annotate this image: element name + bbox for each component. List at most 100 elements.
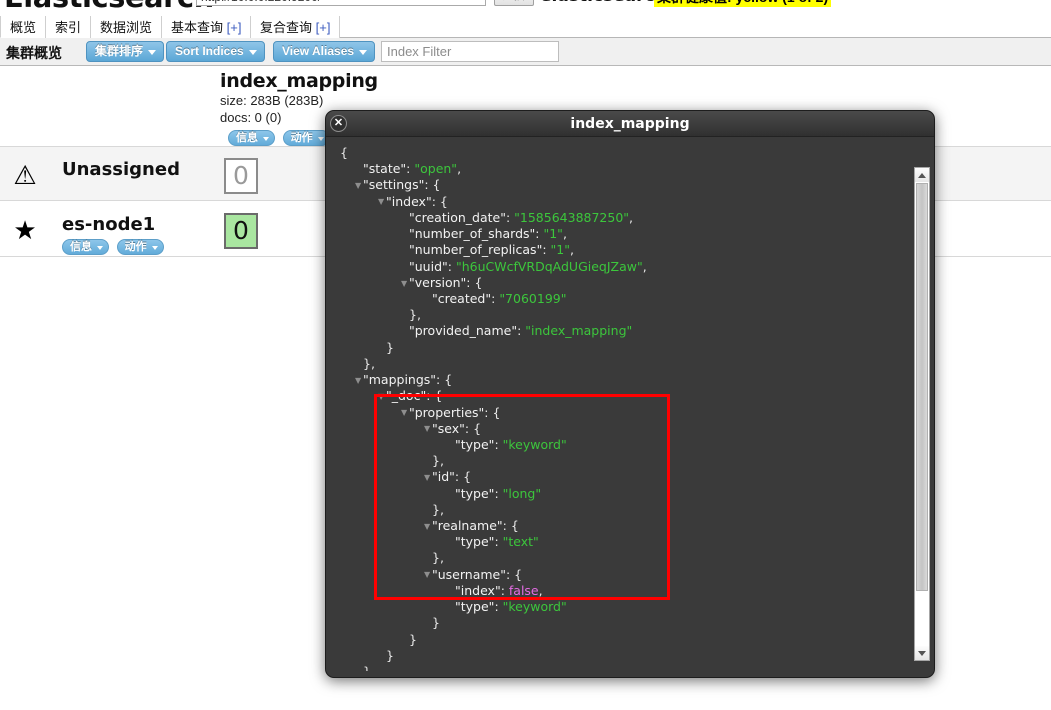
json-indent-spacer — [447, 438, 455, 453]
json-indent-spacer — [401, 259, 409, 274]
chevron-down-icon — [263, 137, 269, 141]
dialog-body: { "state": "open", ▼ "settings": {▼ "index"… — [326, 137, 934, 671]
json-indent-spacer — [424, 616, 432, 631]
json-punctuation: : — [505, 209, 515, 225]
collapse-triangle-icon[interactable]: ▼ — [355, 373, 363, 388]
json-punctuation: , — [457, 161, 462, 177]
json-punctuation: : — [494, 599, 503, 615]
tab-label: 基本查询 — [171, 20, 224, 35]
json-key: "_doc" — [386, 388, 427, 404]
json-punctuation: , — [569, 242, 574, 258]
json-punctuation: : { — [454, 469, 472, 485]
collapse-triangle-icon[interactable]: ▼ — [424, 421, 432, 436]
toolbar: 集群概览 集群排序 Sort Indices View Aliases Inde… — [0, 38, 1051, 66]
sort-indices-button[interactable]: Sort Indices — [166, 41, 265, 62]
json-string-value: "h6uCWcfVRDqAdUGieqJZaw" — [455, 258, 643, 274]
collapse-triangle-icon[interactable]: ▼ — [401, 276, 409, 291]
json-punctuation: , — [629, 209, 634, 225]
json-line: "uuid": "h6uCWcfVRDqAdUGieqJZaw", — [332, 259, 908, 275]
index-action-button[interactable]: 动作 — [282, 130, 330, 146]
tab-4[interactable]: 基本查询 [+] — [161, 16, 252, 38]
elasticsearch-label: elasticsearch — [540, 0, 667, 6]
shard-cell-es-node1[interactable]: 0 — [224, 213, 258, 249]
node-name-es-node1: es-node1 — [62, 214, 156, 235]
cluster-health-badge: 集群健康值: yellow (1 of 2) — [654, 0, 832, 7]
json-string-value: "open" — [414, 161, 458, 177]
scroll-down-arrow[interactable] — [915, 646, 929, 660]
json-key: "mappings" — [363, 372, 437, 388]
json-line: }, — [332, 664, 908, 671]
json-key: "id" — [432, 469, 455, 485]
json-line: } — [332, 340, 908, 356]
tab-3[interactable]: 数据浏览 — [90, 16, 163, 38]
node-info-button[interactable]: 信息 — [62, 239, 109, 255]
json-string-value: "1" — [543, 226, 563, 242]
tab-add-icon[interactable]: [+] — [312, 20, 331, 35]
json-indent-spacer — [401, 243, 409, 258]
tab-add-icon[interactable]: [+] — [223, 20, 242, 35]
json-line: }, — [332, 356, 908, 372]
node-info-label: 信息 — [70, 241, 92, 253]
chevron-down-icon — [151, 246, 158, 250]
json-key: "username" — [432, 566, 506, 582]
sort-cluster-button[interactable]: 集群排序 — [86, 41, 165, 62]
tab-5[interactable]: 复合查询 [+] — [250, 16, 341, 38]
json-key: "creation_date" — [409, 209, 506, 225]
vertical-scrollbar[interactable] — [914, 167, 930, 661]
json-key: "type" — [455, 485, 495, 501]
index-info-button[interactable]: 信息 — [228, 130, 275, 146]
index-info-label: 信息 — [236, 132, 258, 144]
index-name: index_mapping — [220, 70, 378, 92]
scrollbar-thumb[interactable] — [916, 183, 928, 591]
scroll-up-arrow[interactable] — [915, 168, 929, 182]
json-line: }, — [332, 307, 908, 323]
tab-bar: 概览 索引 数据浏览 基本查询 [+] 复合查询 [+] — [0, 16, 1051, 38]
shard-cell-unassigned[interactable]: 0 — [224, 158, 258, 194]
index-action-label: 动作 — [290, 132, 313, 144]
index-detail-dialog: index_mapping ✕ { "state": "open", ▼ "sett… — [325, 110, 935, 678]
collapse-triangle-icon[interactable]: ▼ — [378, 389, 386, 404]
json-boolean-value: false — [508, 582, 539, 598]
json-punctuation: }, — [363, 664, 375, 671]
json-string-value: "long" — [502, 485, 542, 501]
view-aliases-label: View Aliases — [282, 44, 355, 58]
json-indent-spacer — [424, 503, 432, 518]
index-filter-input[interactable]: Index Filter — [381, 41, 559, 62]
cluster-url-input[interactable]: http://10.0.0.220:9200/ — [196, 0, 486, 6]
tab-2[interactable]: 索引 — [45, 16, 92, 38]
collapse-triangle-icon[interactable]: ▼ — [378, 194, 386, 209]
collapse-triangle-icon[interactable]: ▼ — [424, 567, 432, 582]
json-indent-spacer — [447, 600, 455, 615]
json-key: "type" — [455, 599, 495, 615]
close-icon[interactable]: ✕ — [330, 115, 347, 132]
collapse-triangle-icon[interactable]: ▼ — [424, 470, 432, 485]
sort-indices-label: Sort Indices — [175, 44, 244, 58]
collapse-triangle-icon[interactable]: ▼ — [401, 405, 409, 420]
json-punctuation: : { — [426, 388, 443, 404]
node-action-label: 动作 — [124, 241, 147, 253]
json-punctuation: : — [494, 436, 503, 452]
dialog-titlebar: index_mapping ✕ — [326, 111, 934, 137]
json-punctuation: : — [542, 242, 551, 258]
node-name-unassigned: Unassigned — [62, 159, 180, 180]
index-size: size: 283B (283B) — [220, 93, 324, 108]
json-indent-spacer — [424, 292, 432, 307]
tab-1[interactable]: 概览 — [0, 16, 47, 38]
collapse-triangle-icon[interactable]: ▼ — [355, 178, 363, 193]
chevron-down-icon — [148, 50, 157, 55]
connect-button[interactable]: 连接 — [494, 0, 534, 6]
node-action-button[interactable]: 动作 — [116, 239, 164, 255]
json-punctuation: { — [340, 145, 348, 160]
json-string-value: "keyword" — [502, 599, 567, 615]
collapse-triangle-icon[interactable]: ▼ — [424, 519, 432, 534]
dialog-title: index_mapping — [570, 116, 690, 132]
json-line: }, — [332, 502, 908, 518]
json-punctuation: }, — [432, 550, 444, 566]
json-string-value: "1" — [550, 242, 570, 258]
json-line: "type": "keyword" — [332, 599, 908, 615]
chevron-down-icon — [317, 137, 324, 141]
json-line: "type": "keyword" — [332, 437, 908, 453]
view-aliases-button[interactable]: View Aliases — [273, 41, 376, 62]
json-viewer[interactable]: { "state": "open", ▼ "settings": {▼ "index"… — [332, 145, 908, 671]
json-key: "type" — [455, 534, 495, 550]
